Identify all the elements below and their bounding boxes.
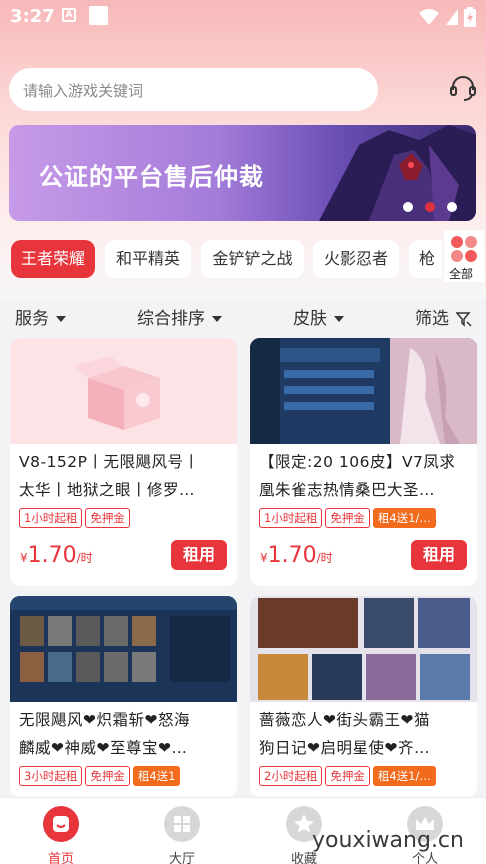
pagination-dot <box>447 202 457 212</box>
status-time: 3:27 <box>10 6 55 27</box>
listing-title-line: 太华丨地狱之眼丨修罗… <box>19 481 196 499</box>
promo-banner[interactable]: 公证的平台售后仲裁 <box>9 125 476 221</box>
category-tabs: 王者荣耀 和平精英 金铲铲之战 火影忍者 枪 <box>0 240 442 280</box>
listing-price: ¥1.70/时 <box>260 543 333 568</box>
caret-down-icon <box>334 316 344 322</box>
category-tab-heping[interactable]: 和平精英 <box>105 240 191 278</box>
filter-service-label: 服务 <box>15 309 49 329</box>
pagination-dot-active <box>425 202 435 212</box>
watermark-text: youxiwang.cn <box>312 828 464 853</box>
battery-icon <box>464 6 476 27</box>
all-categories-label: 全部 <box>449 267 474 281</box>
listing-price: ¥1.70/时 <box>20 543 93 568</box>
tag-no-deposit: 免押金 <box>85 766 130 786</box>
category-tab-huoying[interactable]: 火影忍者 <box>313 240 399 278</box>
price-currency: ¥ <box>20 551 28 565</box>
price-unit: /时 <box>76 551 93 565</box>
listing-title: 【限定:20 106皮】V7凤求 凰朱雀志热情桑巴大圣… <box>259 448 471 504</box>
search-placeholder: 请输入游戏关键词 <box>23 82 144 100</box>
wifi-icon <box>418 8 439 25</box>
filter-skin[interactable]: 皮肤 <box>293 304 344 329</box>
status-right-icons <box>418 6 476 27</box>
tag-min-rent: 1小时起租 <box>19 508 83 528</box>
listing-card[interactable]: 【限定:20 106皮】V7凤求 凰朱雀志热情桑巴大圣… 1小时起租 免押金 租4送… <box>250 338 477 586</box>
category-tab-jinchanchan[interactable]: 金铲铲之战 <box>201 240 304 278</box>
listing-tags: 3小时起租 免押金 租4送1 <box>19 765 183 786</box>
tag-min-rent: 3小时起租 <box>19 766 83 786</box>
rent-button[interactable]: 租用 <box>171 540 227 570</box>
skin-collage-image <box>258 598 470 700</box>
listing-thumbnail <box>10 596 237 702</box>
listing-tags: 1小时起租 免押金 租4送1/… <box>259 507 439 528</box>
filter-service[interactable]: 服务 <box>15 304 66 329</box>
listing-title: V8-152P丨无限飓风号丨 太华丨地狱之眼丨修罗… <box>19 448 231 504</box>
tag-no-deposit: 免押金 <box>85 508 130 528</box>
listing-title-line: V8-152P丨无限飓风号丨 <box>19 453 200 471</box>
listing-thumbnail <box>250 338 477 444</box>
listing-title-line: 凰朱雀志热情桑巴大圣… <box>259 481 436 499</box>
caret-down-icon <box>212 316 222 322</box>
price-currency: ¥ <box>260 551 268 565</box>
pagination-dot <box>403 202 413 212</box>
tag-no-deposit: 免押金 <box>325 508 370 528</box>
tag-promo: 租4送1 <box>132 766 181 786</box>
tag-no-deposit: 免押金 <box>325 766 370 786</box>
search-input[interactable]: 请输入游戏关键词 <box>9 68 378 111</box>
price-value: 1.70 <box>27 543 77 568</box>
tag-min-rent: 2小时起租 <box>259 766 323 786</box>
home-icon <box>43 806 79 842</box>
listing-title: 蔷薇恋人❤街头霸王❤猫 狗日记❤启明星使❤齐… <box>259 706 471 762</box>
nav-hall-label: 大厅 <box>168 852 195 864</box>
listing-title-line: 无限飓风❤炽霜斩❤怒海 <box>19 711 190 729</box>
listing-title-line: 狗日记❤启明星使❤齐… <box>259 739 430 757</box>
price-unit: /时 <box>316 551 333 565</box>
listing-tags: 1小时起租 免押金 <box>19 507 133 528</box>
filter-sort-label: 综合排序 <box>137 309 205 329</box>
nav-hall[interactable]: 大厅 <box>142 798 222 864</box>
nav-home-label: 首页 <box>47 852 74 864</box>
filter-screen[interactable]: 筛选 <box>415 304 472 329</box>
filter-screen-label: 筛选 <box>415 309 449 329</box>
banner-pagination <box>403 197 469 216</box>
listing-card[interactable]: 蔷薇恋人❤街头霸王❤猫 狗日记❤启明星使❤齐… 2小时起租 免押金 租4送1/… <box>250 596 477 797</box>
price-value: 1.70 <box>267 543 317 568</box>
listing-title-line: 【限定:20 106皮】V7凤求 <box>259 453 456 471</box>
notification-square-icon <box>89 6 108 25</box>
game-screenshot-image <box>250 338 477 444</box>
listing-tags: 2小时起租 免押金 租4送1/… <box>259 765 439 786</box>
filter-bar: 服务 综合排序 皮肤 筛选 <box>0 296 486 334</box>
filter-funnel-icon <box>455 312 472 327</box>
category-tab-qiang[interactable]: 枪 <box>409 240 442 278</box>
a-notification-icon: A <box>62 8 76 22</box>
listing-title: 无限飓风❤炽霜斩❤怒海 麟威❤神威❤至尊宝❤… <box>19 706 231 762</box>
listing-card[interactable]: 无限飓风❤炽霜斩❤怒海 麟威❤神威❤至尊宝❤… 3小时起租 免押金 租4送1 <box>10 596 237 797</box>
customer-service-icon[interactable] <box>448 73 478 103</box>
listing-thumbnail <box>250 596 477 702</box>
filter-skin-label: 皮肤 <box>293 309 327 329</box>
signal-icon <box>445 8 458 25</box>
tag-promo: 租4送1/… <box>372 508 436 528</box>
category-tab-wangzhe[interactable]: 王者荣耀 <box>11 240 95 278</box>
listing-title-line: 麟威❤神威❤至尊宝❤… <box>19 739 188 757</box>
banner-title: 公证的平台售后仲裁 <box>39 163 264 191</box>
tag-min-rent: 1小时起租 <box>259 508 323 528</box>
caret-down-icon <box>56 316 66 322</box>
empty-box-icon <box>74 356 160 430</box>
nav-home[interactable]: 首页 <box>21 798 101 864</box>
status-bar: 3:27 A <box>0 0 486 32</box>
filter-sort[interactable]: 综合排序 <box>137 304 222 329</box>
listing-card[interactable]: V8-152P丨无限飓风号丨 太华丨地狱之眼丨修罗… 1小时起租 免押金 ¥1.7… <box>10 338 237 586</box>
listing-thumbnail <box>10 338 237 444</box>
tag-promo: 租4送1/… <box>372 766 436 786</box>
listing-title-line: 蔷薇恋人❤街头霸王❤猫 <box>259 711 430 729</box>
all-categories-icon <box>451 236 477 262</box>
game-screenshot-image <box>10 596 237 682</box>
grid-icon <box>164 806 200 842</box>
rent-button[interactable]: 租用 <box>411 540 467 570</box>
